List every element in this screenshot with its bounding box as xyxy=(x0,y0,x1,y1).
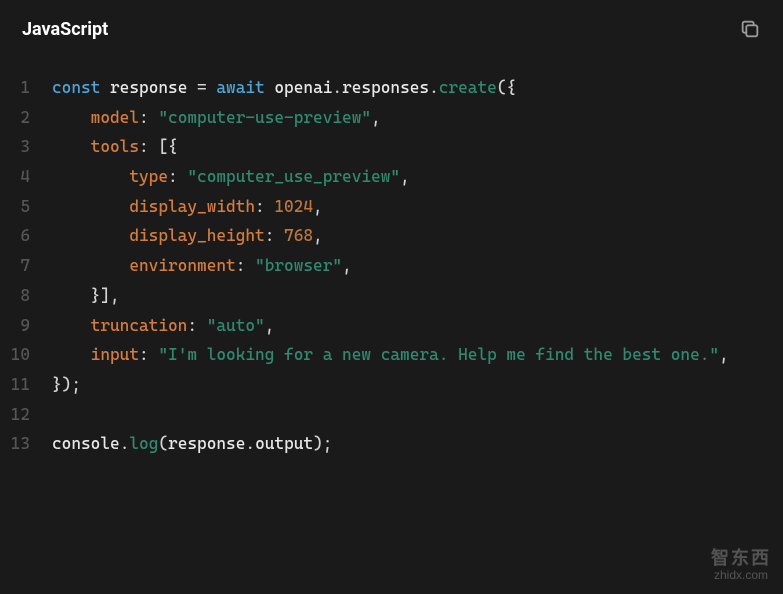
language-label: JavaScript xyxy=(22,19,108,40)
copy-icon[interactable] xyxy=(739,18,761,40)
code-line: 5 display_width: 1024, xyxy=(10,192,773,222)
line-content: }); xyxy=(52,370,81,400)
line-number: 8 xyxy=(10,281,52,311)
line-content: model: "computer-use-preview", xyxy=(52,103,381,133)
code-line: 10 input: "I'm looking for a new camera.… xyxy=(10,340,773,370)
line-content: display_height: 768, xyxy=(52,221,323,251)
line-number: 4 xyxy=(10,162,52,192)
code-line: 8 }], xyxy=(10,281,773,311)
line-content: tools: [{ xyxy=(52,132,178,162)
line-number: 2 xyxy=(10,103,52,133)
code-line: 9 truncation: "auto", xyxy=(10,311,773,341)
code-line: 2 model: "computer-use-preview", xyxy=(10,103,773,133)
line-number: 7 xyxy=(10,251,52,281)
line-number: 3 xyxy=(10,132,52,162)
code-line: 11}); xyxy=(10,370,773,400)
line-content: environment: "browser", xyxy=(52,251,352,281)
line-content: display_width: 1024, xyxy=(52,192,323,222)
code-block-body: 1const response = await openai.responses… xyxy=(0,58,783,479)
line-number: 1 xyxy=(10,73,52,103)
code-line: 6 display_height: 768, xyxy=(10,221,773,251)
line-number: 13 xyxy=(10,429,52,459)
line-number: 6 xyxy=(10,221,52,251)
line-content: input: "I'm looking for a new camera. He… xyxy=(52,340,729,370)
line-number: 5 xyxy=(10,192,52,222)
line-content: }], xyxy=(52,281,120,311)
line-number: 11 xyxy=(10,370,52,400)
line-number: 9 xyxy=(10,311,52,341)
line-number: 12 xyxy=(10,400,52,430)
line-content: truncation: "auto", xyxy=(52,311,274,341)
code-line: 13console.log(response.output); xyxy=(10,429,773,459)
line-content: type: "computer_use_preview", xyxy=(52,162,410,192)
code-line: 7 environment: "browser", xyxy=(10,251,773,281)
code-line: 3 tools: [{ xyxy=(10,132,773,162)
code-line: 4 type: "computer_use_preview", xyxy=(10,162,773,192)
code-line: 1const response = await openai.responses… xyxy=(10,73,773,103)
line-content: const response = await openai.responses.… xyxy=(52,73,516,103)
code-line: 12 xyxy=(10,400,773,430)
line-content: console.log(response.output); xyxy=(52,429,332,459)
code-block-header: JavaScript xyxy=(0,0,783,58)
line-number: 10 xyxy=(10,340,52,370)
watermark: 智东西 zhidx.com xyxy=(711,549,771,582)
